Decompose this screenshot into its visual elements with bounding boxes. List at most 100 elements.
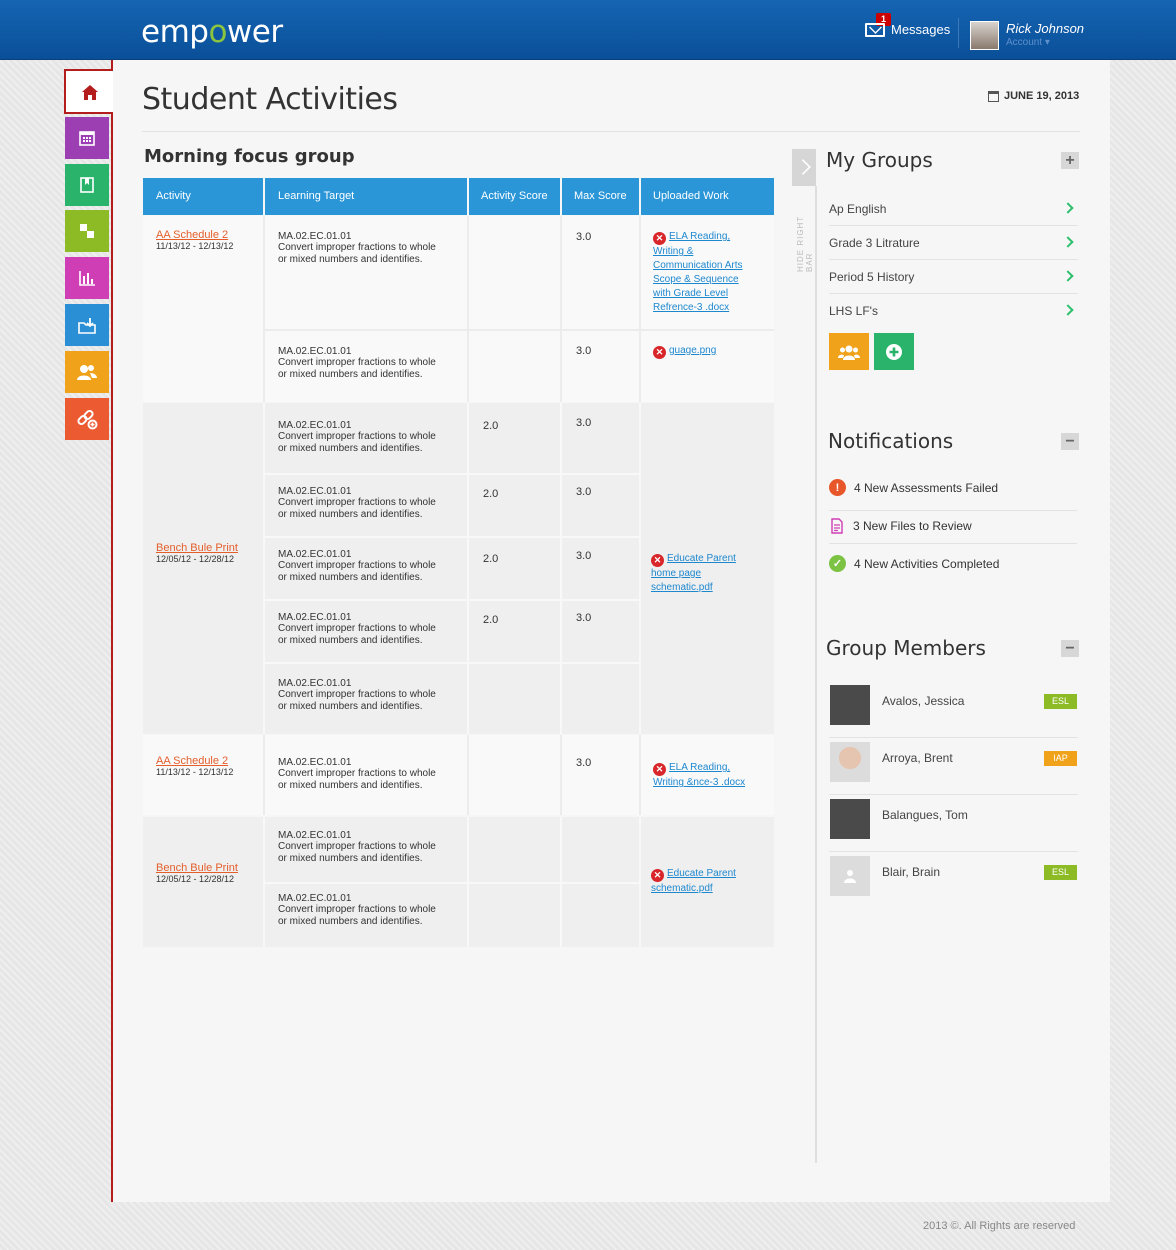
nav-home[interactable] — [64, 69, 113, 114]
max-score: 3.0 — [576, 417, 592, 429]
nav-reports[interactable] — [65, 257, 109, 299]
learning-target: MA.02.EC.01.01 Convert improper fractions… — [278, 757, 436, 791]
calendar-icon — [988, 90, 999, 102]
activity-cell: Bench Bule Print 12/05/12 - 12/28/12 — [156, 862, 238, 884]
member-row[interactable]: Blair, Brain ESL — [829, 852, 1078, 909]
add-group-icon[interactable]: + — [1061, 152, 1079, 169]
activity-dates: 11/13/12 - 12/13/12 — [156, 241, 234, 251]
hide-right-bar-label[interactable]: HIDE RIGHT BAR — [796, 196, 814, 272]
chevron-right-icon — [1062, 304, 1074, 316]
activity-link[interactable]: Bench Bule Print — [156, 542, 238, 554]
learning-target: MA.02.EC.01.01 Convert improper fractions… — [278, 612, 436, 646]
manage-groups-button[interactable] — [829, 333, 869, 370]
current-date: JUNE 19, 2013 — [988, 90, 1079, 102]
group-item[interactable]: Period 5 History — [829, 260, 1078, 294]
plus-circle-icon — [886, 343, 902, 360]
learning-target: MA.02.EC.01.01 Convert improper fractions… — [278, 549, 436, 583]
account-link[interactable]: Account ▾ — [1006, 37, 1050, 48]
activity-dates: 12/05/12 - 12/28/12 — [156, 554, 235, 564]
activity-score: 2.0 — [483, 553, 499, 565]
table-row-group: Bench Bule Print 12/05/12 - 12/28/12 MA.… — [143, 403, 774, 734]
link-add-icon — [77, 409, 98, 430]
uploaded-file-link[interactable]: ✕ Educate Parent schematic.pdf — [651, 867, 736, 896]
nav-book[interactable] — [65, 164, 109, 206]
footer-copyright: 2013 ©. All Rights are reserved — [923, 1220, 1076, 1232]
remove-file-icon[interactable]: ✕ — [651, 869, 664, 882]
page-title: Student Activities — [142, 82, 398, 117]
notification-item[interactable]: 3 New Files to Review — [829, 518, 1077, 534]
divider — [142, 131, 1080, 132]
activity-score: 2.0 — [483, 420, 499, 432]
empower-logo[interactable]: empower — [141, 14, 283, 50]
group-members-title: Group Members — [826, 636, 986, 660]
learning-target: MA.02.EC.01.01 Convert improper fractions… — [278, 893, 436, 927]
status-badge: ESL — [1044, 694, 1077, 709]
messages-link[interactable]: Messages — [865, 22, 950, 37]
hide-right-bar-button[interactable] — [792, 149, 816, 186]
activity-cell: AA Schedule 2 11/13/12 - 12/13/12 — [156, 755, 233, 777]
alert-icon: ! — [829, 479, 846, 496]
notification-item[interactable]: ✓ 4 New Activities Completed — [829, 555, 1077, 572]
nav-files[interactable] — [65, 304, 109, 346]
chevron-down-icon: ▾ — [1044, 37, 1050, 48]
group-item[interactable]: LHS LF's — [829, 294, 1078, 328]
max-score: 3.0 — [576, 757, 592, 769]
col-max-score[interactable]: Max Score — [562, 178, 639, 215]
learning-target: MA.02.EC.01.01 Convert improper fraction… — [278, 231, 436, 265]
header-divider — [958, 18, 959, 48]
add-group-button[interactable] — [874, 333, 914, 370]
activity-cell: AA Schedule 2 11/13/12 - 12/13/12 — [156, 229, 233, 251]
users-icon — [77, 365, 97, 380]
users-icon — [838, 345, 860, 360]
check-icon: ✓ — [829, 555, 846, 572]
activity-link[interactable]: Bench Bule Print — [156, 862, 238, 874]
remove-file-icon[interactable]: ✕ — [653, 232, 666, 245]
group-item[interactable]: Grade 3 Litrature — [829, 226, 1078, 260]
nav-calendar[interactable] — [65, 117, 109, 159]
member-row[interactable]: Avalos, Jessica ESL — [829, 681, 1078, 738]
nav-groups[interactable] — [65, 351, 109, 393]
home-icon — [82, 85, 98, 100]
member-row[interactable]: Balangues, Tom — [829, 795, 1078, 852]
col-learning-target[interactable]: Learning Target — [265, 178, 467, 215]
nav-checker[interactable] — [65, 210, 109, 252]
learning-target: MA.02.EC.01.01 Convert improper fractions… — [278, 830, 436, 864]
member-row[interactable]: Arroya, Brent IAP — [829, 738, 1078, 795]
user-avatar[interactable] — [970, 21, 999, 50]
group-title: Morning focus group — [144, 146, 355, 167]
messages-label: Messages — [891, 22, 951, 37]
col-activity-score[interactable]: Activity Score — [469, 178, 560, 215]
avatar — [830, 856, 870, 896]
uploaded-file-link[interactable]: ✕ ELA Reading, Writing & Communication Ar… — [653, 230, 768, 315]
activity-score: 2.0 — [483, 488, 499, 500]
remove-file-icon[interactable]: ✕ — [653, 763, 666, 776]
activity-link[interactable]: AA Schedule 2 — [156, 755, 233, 767]
uploaded-file-link[interactable]: ✕ Educate Parent home page schematic.pdf — [651, 552, 769, 595]
activity-link[interactable]: AA Schedule 2 — [156, 229, 233, 241]
calendar-icon — [79, 131, 95, 146]
col-uploaded-work[interactable]: Uploaded Work — [641, 178, 774, 215]
chevron-right-icon — [1062, 270, 1074, 282]
my-groups-title: My Groups — [826, 148, 933, 172]
collapse-icon[interactable]: − — [1061, 433, 1079, 450]
nav-links[interactable] — [65, 398, 109, 440]
chevron-right-icon — [1062, 202, 1074, 214]
avatar — [830, 685, 870, 725]
collapse-icon[interactable]: − — [1061, 640, 1079, 657]
remove-file-icon[interactable]: ✕ — [651, 554, 664, 567]
user-placeholder-icon — [844, 870, 856, 883]
user-name[interactable]: Rick Johnson — [1006, 21, 1084, 36]
uploaded-file-link[interactable]: ✕ guage.png — [653, 344, 716, 359]
uploaded-file-link[interactable]: ✕ ELA Reading, Writing &nce-3 .docx — [653, 761, 745, 790]
notification-item[interactable]: ! 4 New Assessments Failed — [829, 479, 1077, 496]
max-score: 3.0 — [576, 345, 592, 357]
logo-mark: o — [208, 14, 227, 50]
right-bar-divider — [815, 186, 817, 1163]
activity-score: 2.0 — [483, 614, 499, 626]
group-item[interactable]: Ap English — [829, 192, 1078, 226]
table-row-group: Bench Bule Print 12/05/12 - 12/28/12 MA.… — [143, 817, 774, 947]
book-icon — [80, 177, 94, 193]
remove-file-icon[interactable]: ✕ — [653, 346, 666, 359]
col-activity[interactable]: Activity — [143, 178, 263, 215]
chevron-right-icon — [1062, 236, 1074, 248]
